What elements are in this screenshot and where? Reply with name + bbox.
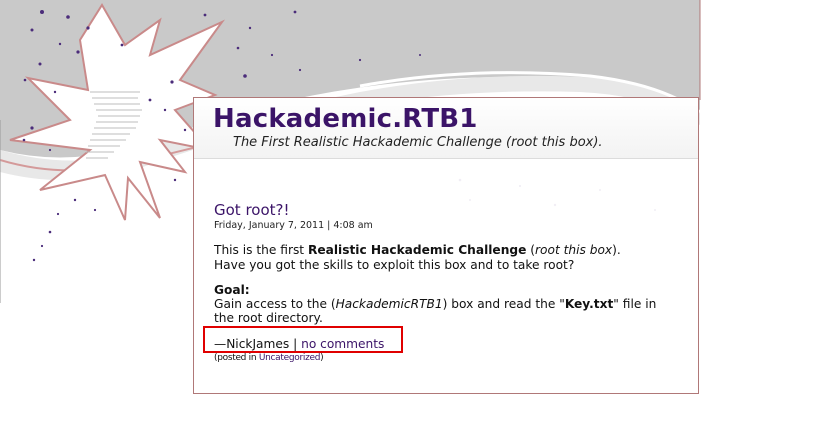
post-title[interactable]: Got root?! <box>214 201 290 219</box>
goal-text-end: " file in <box>613 297 657 311</box>
post-date: Friday, January 7, 2011 | 4:08 am <box>214 220 373 231</box>
category-link[interactable]: Uncategorized <box>259 353 321 363</box>
site-title[interactable]: Hackademic.RTB1 <box>213 104 478 134</box>
goal-line-1: Gain access to the (HackademicRTB1) box … <box>214 297 656 311</box>
highlight-annotation <box>203 326 403 353</box>
intro-bold: Realistic Hackademic Challenge <box>307 243 527 257</box>
goal-bold: Key.txt <box>564 297 614 311</box>
post-intro-line-2: Have you got the skills to exploit this … <box>214 258 575 272</box>
intro-text-end: ). <box>612 243 621 257</box>
site-description: The First Realistic Hackademic Challenge… <box>233 135 603 150</box>
goal-heading: Goal: <box>214 283 250 297</box>
intro-italic: root this box <box>535 243 613 257</box>
goal-text-mid: ) box and read the " <box>442 297 565 311</box>
goal-italic: HackademicRTB1 <box>335 297 443 311</box>
posted-in-suffix: ) <box>320 353 324 363</box>
goal-text: Gain access to the ( <box>214 297 336 311</box>
intro-text-mid: ( <box>526 243 536 257</box>
goal-line-2: the root directory. <box>214 311 323 325</box>
post-intro-line-1: This is the first Realistic Hackademic C… <box>214 243 621 257</box>
posted-in-prefix: (posted in <box>214 353 259 363</box>
intro-text: This is the first <box>214 243 308 257</box>
posted-in: (posted in Uncategorized) <box>214 353 324 363</box>
page: Hackademic.RTB1 The First Realistic Hack… <box>0 0 815 442</box>
